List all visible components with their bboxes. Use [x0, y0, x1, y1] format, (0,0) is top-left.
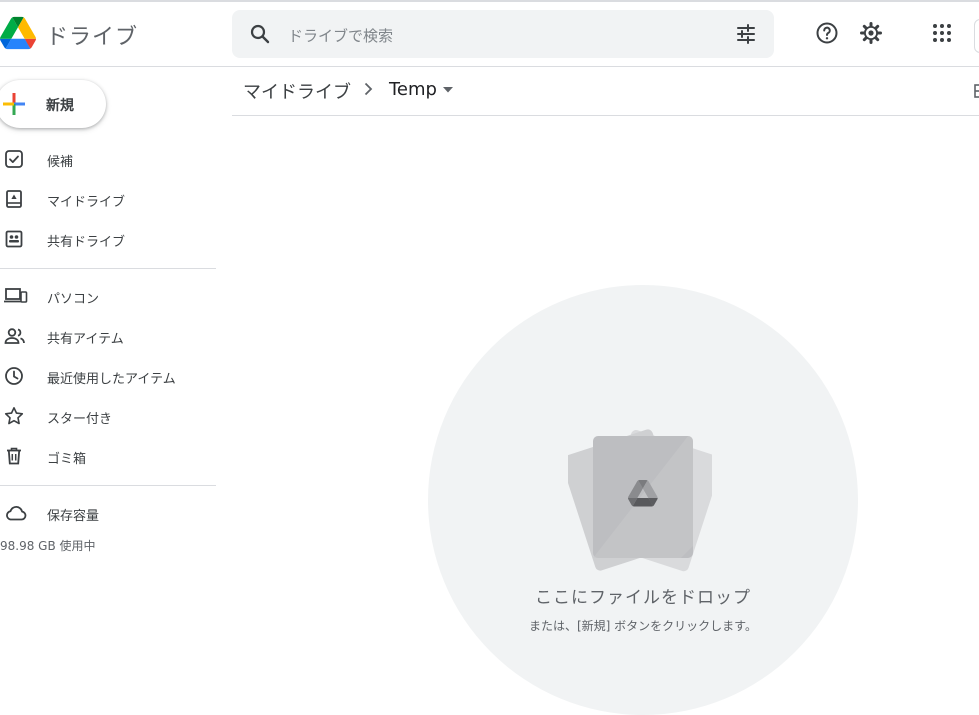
search-input[interactable]: ドライブで検索 — [288, 25, 393, 46]
sidebar-divider — [0, 268, 216, 269]
star-icon — [4, 407, 24, 425]
view-toggle-icon[interactable] — [974, 83, 979, 99]
sidebar-item-label: 最近使用したアイテム — [47, 372, 176, 387]
sidebar-item-recent[interactable]: 最近使用したアイテム — [0, 360, 216, 392]
sidebar-item-label: 保存容量 — [47, 509, 100, 524]
plus-icon — [3, 93, 25, 115]
sidebar-item-computers[interactable]: パソコン — [0, 280, 216, 312]
new-button[interactable]: 新規 — [0, 80, 106, 128]
breadcrumb-current-folder[interactable]: Temp — [389, 79, 437, 100]
help-icon[interactable] — [815, 21, 839, 45]
search-options-icon[interactable] — [734, 22, 758, 46]
clock-icon — [5, 367, 23, 385]
caret-down-icon[interactable] — [441, 85, 455, 95]
sidebar-item-shared-drives[interactable]: 共有ドライブ — [0, 223, 216, 255]
sidebar-item-storage[interactable]: 保存容量 — [0, 497, 216, 529]
cloud-icon — [6, 506, 27, 521]
computers-icon — [4, 288, 28, 303]
sidebar-item-label: 共有ドライブ — [47, 235, 126, 250]
my-drive-icon — [6, 190, 22, 208]
new-button-label: 新規 — [46, 98, 74, 114]
breadcrumb: マイドライブ Temp — [232, 66, 979, 116]
sidebar-item-suggested[interactable]: 候補 — [0, 143, 216, 175]
sidebar-item-trash[interactable]: ゴミ箱 — [0, 440, 216, 472]
sidebar-item-my-drive[interactable]: マイドライブ — [0, 183, 216, 215]
sidebar-item-label: 共有アイテム — [47, 332, 124, 347]
breadcrumb-my-drive[interactable]: マイドライブ — [243, 78, 351, 104]
suggested-check-icon — [5, 150, 23, 168]
chevron-right-icon — [364, 82, 373, 96]
top-bar: ドライブ ドライブで検索 — [0, 2, 979, 67]
sidebar-item-label: マイドライブ — [47, 195, 126, 210]
apps-grid-icon[interactable] — [930, 21, 954, 45]
sidebar-item-label: スター付き — [47, 412, 113, 427]
sidebar-item-label: 候補 — [47, 155, 74, 170]
storage-usage-text: 98.98 GB 使用中 — [0, 539, 96, 553]
documents-illustration-icon — [568, 429, 712, 572]
sidebar-item-label: パソコン — [47, 292, 100, 307]
empty-state-title: ここにファイルをドロップ — [535, 588, 751, 608]
drive-logo-icon[interactable] — [0, 16, 36, 50]
search-bar[interactable]: ドライブで検索 — [232, 10, 774, 58]
shared-drives-icon — [5, 230, 23, 248]
trash-icon — [7, 447, 21, 465]
settings-gear-icon[interactable] — [859, 21, 883, 45]
sidebar-item-label: ゴミ箱 — [47, 452, 87, 467]
sidebar-item-shared-with-me[interactable]: 共有アイテム — [0, 320, 216, 352]
account-button[interactable] — [974, 19, 979, 53]
sidebar-divider — [0, 485, 216, 486]
empty-state-subtitle: または、[新規] ボタンをクリックします。 — [529, 619, 757, 633]
search-icon[interactable] — [248, 22, 272, 46]
sidebar-item-starred[interactable]: スター付き — [0, 400, 216, 432]
people-icon — [4, 328, 25, 344]
app-title[interactable]: ドライブ — [46, 19, 138, 51]
